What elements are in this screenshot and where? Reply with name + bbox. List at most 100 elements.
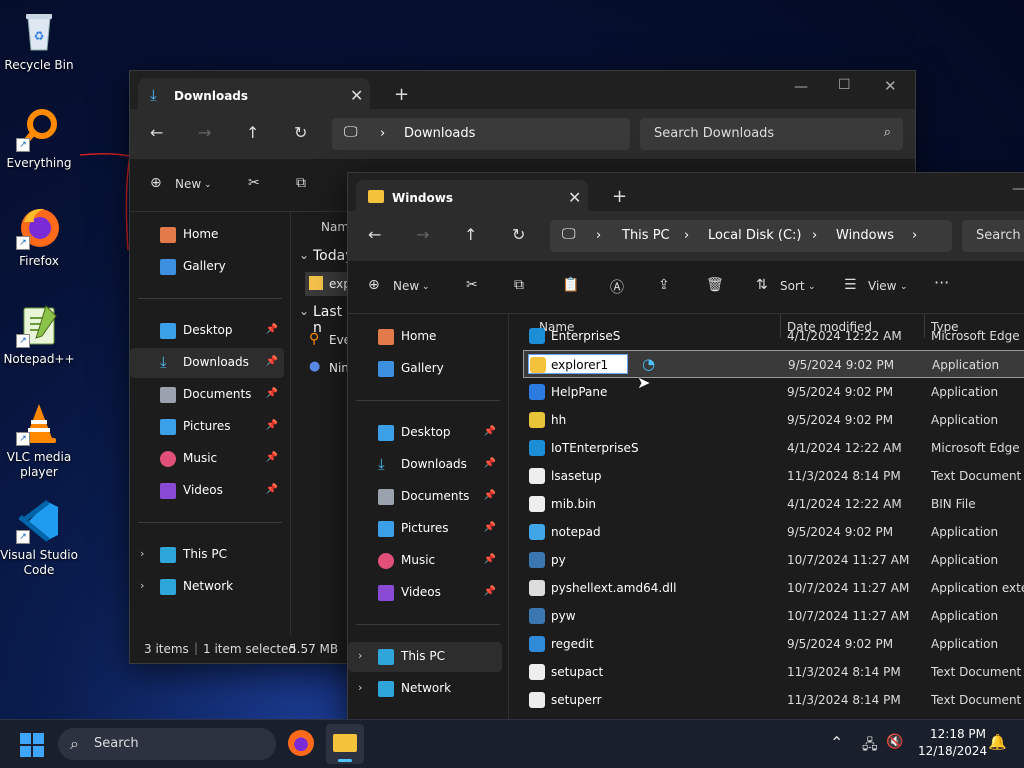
table-row[interactable]: notepad 9/5/2024 9:02 PM Application xyxy=(523,518,1024,546)
desktop-icon-firefox[interactable]: ↗ Firefox xyxy=(0,204,78,269)
pin-icon[interactable]: 📌 xyxy=(484,586,496,597)
desktop-icon-everything[interactable]: ↗ Everything xyxy=(0,106,78,171)
pin-icon[interactable]: 📌 xyxy=(266,420,278,431)
breadcrumb-item-windows[interactable]: Windows xyxy=(836,228,894,243)
table-row[interactable]: HelpPane 9/5/2024 9:02 PM Application xyxy=(523,378,1024,406)
sidebar-item-videos[interactable]: Videos 📌 xyxy=(348,578,502,608)
table-row[interactable]: py 10/7/2024 11:27 AM Application xyxy=(523,546,1024,574)
column-header-name[interactable]: Nam xyxy=(321,220,349,234)
table-row[interactable]: pyw 10/7/2024 11:27 AM Application xyxy=(523,602,1024,630)
sidebar-item-desktop[interactable]: Desktop 📌 xyxy=(130,316,284,346)
pin-icon[interactable]: 📌 xyxy=(266,388,278,399)
forward-arrow-icon[interactable]: → xyxy=(416,225,429,244)
minimize-button[interactable]: — xyxy=(794,79,808,95)
table-row[interactable]: lsasetup 11/3/2024 8:14 PM Text Document xyxy=(523,462,1024,490)
table-row[interactable]: setuperr 11/3/2024 8:14 PM Text Document xyxy=(523,686,1024,714)
sidebar-item-network[interactable]: › Network xyxy=(130,572,284,602)
sort-button[interactable]: Sort xyxy=(780,279,805,293)
new-tab-button[interactable]: + xyxy=(612,186,627,207)
table-row[interactable]: setupact 11/3/2024 8:14 PM Text Document xyxy=(523,658,1024,686)
sidebar-item-videos[interactable]: Videos 📌 xyxy=(130,476,284,506)
up-arrow-icon[interactable]: ↑ xyxy=(246,123,259,142)
table-row[interactable]: regedit 9/5/2024 9:02 PM Application xyxy=(523,630,1024,658)
pin-icon[interactable]: 📌 xyxy=(266,484,278,495)
chevron-right-icon[interactable]: › xyxy=(358,681,362,694)
taskbar-file-explorer-icon[interactable] xyxy=(326,724,364,764)
pin-icon[interactable]: 📌 xyxy=(266,324,278,335)
table-row[interactable]: mib.bin 4/1/2024 12:22 AM BIN File xyxy=(523,490,1024,518)
taskbar-search-box[interactable]: ⌕ Search xyxy=(58,728,276,760)
tab-close-icon[interactable]: ✕ xyxy=(350,86,363,105)
more-options-icon[interactable]: ··· xyxy=(934,273,949,292)
sidebar-item-pictures[interactable]: Pictures 📌 xyxy=(130,412,284,442)
table-row[interactable]: EnterpriseS 4/1/2024 12:22 AM Microsoft Ed… xyxy=(523,322,1024,350)
pin-icon[interactable]: 📌 xyxy=(484,458,496,469)
view-icon[interactable]: ☰ xyxy=(844,277,857,293)
copy-icon[interactable]: ⧉ xyxy=(514,277,524,293)
sidebar-item-desktop[interactable]: Desktop 📌 xyxy=(348,418,502,448)
desktop-icon-recycle-bin[interactable]: ♻ Recycle Bin xyxy=(0,8,78,73)
breadcrumb-item[interactable]: Downloads xyxy=(404,126,475,141)
sidebar-item-documents[interactable]: Documents 📌 xyxy=(348,482,502,512)
list-item[interactable]: explo xyxy=(305,272,362,296)
pin-icon[interactable]: 📌 xyxy=(266,452,278,463)
new-button[interactable]: New xyxy=(393,279,419,293)
pin-icon[interactable]: 📌 xyxy=(266,356,278,367)
new-plus-icon[interactable]: ⊕ xyxy=(368,277,380,293)
paste-icon[interactable]: 📋 xyxy=(562,277,579,293)
sidebar-item-pictures[interactable]: Pictures 📌 xyxy=(348,514,502,544)
copy-icon[interactable]: ⧉ xyxy=(296,175,306,191)
sidebar-item-this-pc[interactable]: › This PC xyxy=(130,540,284,570)
new-button[interactable]: New xyxy=(175,177,201,191)
sidebar-item-home[interactable]: Home xyxy=(348,322,502,352)
sidebar-item-this-pc[interactable]: › This PC xyxy=(348,642,502,672)
chevron-down-icon[interactable]: ⌄ xyxy=(299,248,309,262)
sidebar-item-downloads[interactable]: ⤓ Downloads 📌 xyxy=(348,450,502,480)
sidebar-item-documents[interactable]: Documents 📌 xyxy=(130,380,284,410)
chevron-down-icon[interactable]: ⌄ xyxy=(299,304,309,318)
chevron-right-icon[interactable]: › xyxy=(358,649,362,662)
new-plus-icon[interactable]: ⊕ xyxy=(150,175,162,191)
minimize-button[interactable]: — xyxy=(1012,181,1024,197)
desktop-icon-vscode[interactable]: ↗ Visual Studio Code xyxy=(0,498,78,578)
table-row[interactable]: ◔ 9/5/2024 9:02 PM Application xyxy=(523,350,1024,378)
search-box[interactable]: Search W xyxy=(962,220,1024,252)
refresh-icon[interactable]: ↻ xyxy=(512,225,525,244)
up-arrow-icon[interactable]: ↑ xyxy=(464,225,477,244)
list-item[interactable]: ● Nin xyxy=(305,356,351,380)
close-window-button[interactable]: ✕ xyxy=(884,77,897,95)
clock-date[interactable]: 12/18/2024 xyxy=(918,744,987,758)
rename-icon[interactable]: Ⓐ xyxy=(610,277,624,297)
back-arrow-icon[interactable]: ← xyxy=(368,225,381,244)
desktop-icon-vlc[interactable]: ↗ VLC media player xyxy=(0,400,78,480)
chevron-right-icon[interactable]: › xyxy=(140,547,144,560)
share-icon[interactable]: ⇪ xyxy=(658,277,670,293)
explorer-window-windows[interactable]: Windows ✕ + — ← → ↑ ↻ 🖵 › This PC › Loca… xyxy=(347,172,1024,722)
search-box[interactable]: Search Downloads ⌕ xyxy=(640,118,903,150)
address-bar[interactable]: 🖵 › Downloads xyxy=(332,118,630,150)
sidebar-item-home[interactable]: Home xyxy=(130,220,284,250)
taskbar-firefox-icon[interactable] xyxy=(288,730,314,756)
back-arrow-icon[interactable]: ← xyxy=(150,123,163,142)
chevron-right-icon[interactable]: › xyxy=(140,579,144,592)
table-row[interactable]: hh 9/5/2024 9:02 PM Application xyxy=(523,406,1024,434)
pin-icon[interactable]: 📌 xyxy=(484,522,496,533)
table-row[interactable]: IoTEnterpriseS 4/1/2024 12:22 AM Microsoft… xyxy=(523,434,1024,462)
chevron-up-icon[interactable]: ⌃ xyxy=(830,733,843,752)
sidebar-item-music[interactable]: Music 📌 xyxy=(348,546,502,576)
volume-muted-icon[interactable]: 🔇 xyxy=(886,734,903,750)
cut-icon[interactable]: ✂ xyxy=(466,277,478,293)
pin-icon[interactable]: 📌 xyxy=(484,554,496,565)
delete-icon[interactable]: 🗑 xyxy=(706,277,724,293)
pin-icon[interactable]: 📌 xyxy=(484,426,496,437)
address-bar[interactable]: 🖵 › This PC › Local Disk (C:) › Windows … xyxy=(550,220,952,252)
table-row[interactable]: pyshellext.amd64.dll 10/7/2024 11:27 AM Ap… xyxy=(523,574,1024,602)
breadcrumb-item-local-disk[interactable]: Local Disk (C:) xyxy=(708,228,801,243)
sidebar-item-gallery[interactable]: Gallery xyxy=(348,354,502,384)
sidebar-item-music[interactable]: Music 📌 xyxy=(130,444,284,474)
pin-icon[interactable]: 📌 xyxy=(484,490,496,501)
sidebar-item-downloads[interactable]: ⤓ Downloads 📌 xyxy=(130,348,284,378)
refresh-icon[interactable]: ↻ xyxy=(294,123,307,142)
maximize-button[interactable]: ☐ xyxy=(838,77,851,93)
view-button[interactable]: View xyxy=(868,279,896,293)
